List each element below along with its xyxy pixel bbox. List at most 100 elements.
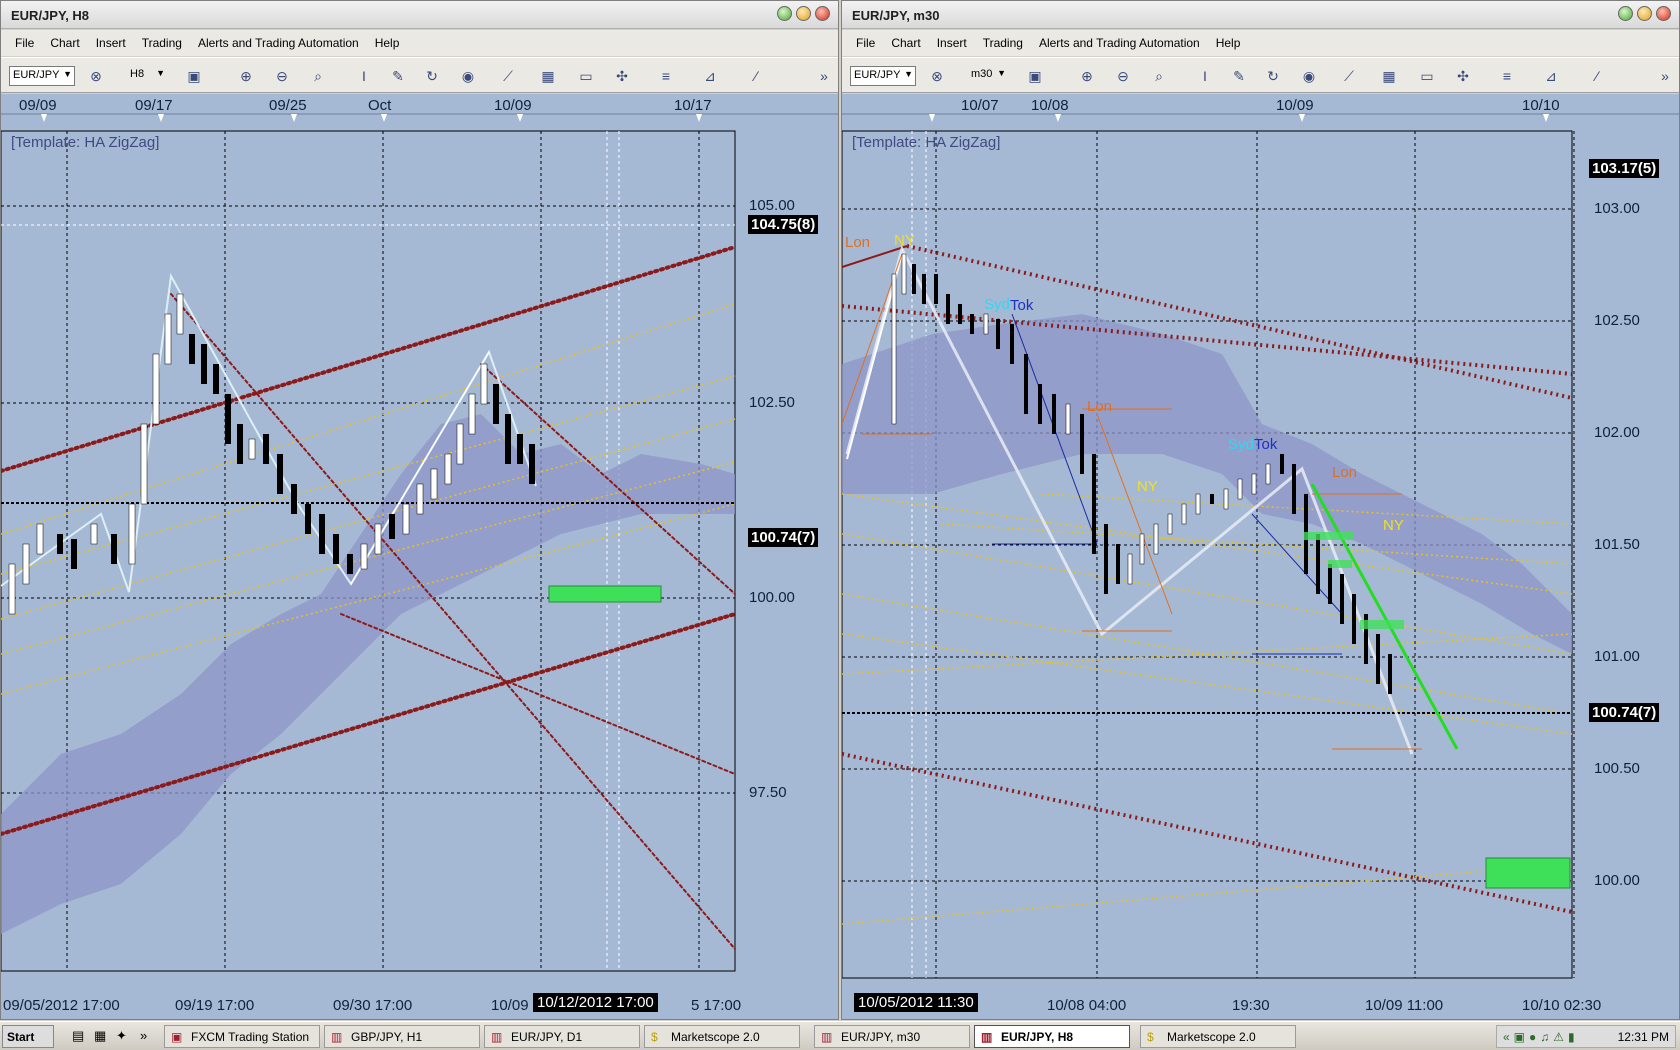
clock[interactable]: 12:31 PM xyxy=(1618,1030,1669,1044)
lines-icon[interactable]: ≡ xyxy=(657,67,675,85)
date-label: 10/09 xyxy=(491,997,529,1014)
price-label: 103.00 xyxy=(1594,200,1640,217)
close-button[interactable] xyxy=(815,6,830,21)
taskbar-item[interactable]: ▥ EUR/JPY, D1 xyxy=(484,1025,640,1048)
timeframe-select[interactable]: H8 ▼ xyxy=(127,66,167,86)
ruler-icon[interactable]: ⟋ xyxy=(499,67,517,85)
pen-icon[interactable]: ∕ xyxy=(1588,67,1606,85)
twitter-icon[interactable]: ✦ xyxy=(116,1028,127,1044)
menu-insert[interactable]: Insert xyxy=(929,36,975,50)
fan-icon[interactable]: ⊿ xyxy=(701,67,719,85)
menu-chart[interactable]: Chart xyxy=(42,36,87,50)
tray-icons[interactable]: «▣●♫⚠▮ xyxy=(1503,1030,1579,1044)
menu-help[interactable]: Help xyxy=(367,36,408,50)
remove-indicator-icon[interactable]: ⊗ xyxy=(928,67,946,85)
chart-icon: ▥ xyxy=(331,1030,343,1044)
lines-icon[interactable]: ≡ xyxy=(1498,67,1516,85)
close-button[interactable] xyxy=(1656,6,1671,21)
symbol-select[interactable]: EUR/JPY ▼ xyxy=(9,66,75,86)
taskbar-item[interactable]: $ Marketscope 2.0 xyxy=(1140,1025,1296,1048)
top-price-marker: 103.17(5) xyxy=(1589,159,1660,178)
zoom-icon[interactable]: ⌕ xyxy=(1150,67,1168,85)
date-label: 10/09 xyxy=(494,97,532,114)
tools-icon[interactable]: ✣ xyxy=(1454,67,1472,85)
date-label: 10/17 xyxy=(674,97,712,114)
price-label: 101.50 xyxy=(1594,536,1640,553)
pen-icon[interactable]: ∕ xyxy=(747,67,765,85)
price-label: 101.00 xyxy=(1594,648,1640,665)
crosshair-icon[interactable]: I xyxy=(1196,67,1214,85)
tools-icon[interactable]: ✣ xyxy=(613,67,631,85)
menu-alerts[interactable]: Alerts and Trading Automation xyxy=(1031,36,1208,50)
menu-alerts[interactable]: Alerts and Trading Automation xyxy=(190,36,367,50)
zoom-out-icon[interactable]: ⊖ xyxy=(273,67,291,85)
minimize-button[interactable] xyxy=(777,6,792,21)
menu-insert[interactable]: Insert xyxy=(88,36,134,50)
menu-trading[interactable]: Trading xyxy=(134,36,190,50)
window-title: EUR/JPY, H8 xyxy=(11,8,90,23)
calculator-icon[interactable]: ▦ xyxy=(94,1028,106,1044)
taskbar-item[interactable]: ▣ FXCM Trading Station xyxy=(164,1025,320,1048)
maximize-button[interactable] xyxy=(796,6,811,21)
zoom-in-icon[interactable]: ⊕ xyxy=(1078,67,1096,85)
chart-area[interactable]: [Template: HA ZigZag] 09/09 09/17 09/25 … xyxy=(1,94,838,1019)
menu-trading[interactable]: Trading xyxy=(975,36,1031,50)
taskbar-item-active[interactable]: ▥ EUR/JPY, H8 xyxy=(974,1025,1130,1048)
date-label: 09/09 xyxy=(19,97,57,114)
ruler-icon[interactable]: ⟋ xyxy=(1340,67,1358,85)
title-bar[interactable]: EUR/JPY, H8 xyxy=(1,1,838,29)
maximize-button[interactable] xyxy=(1637,6,1652,21)
properties-icon[interactable]: ✎ xyxy=(1230,67,1248,85)
price-chart[interactable]: Lon NY Syd Tok Lon NY Syd Tok Lon NY xyxy=(842,94,1680,1020)
remove-indicator-icon[interactable]: ⊗ xyxy=(87,67,105,85)
menu-file[interactable]: File xyxy=(7,36,42,50)
refresh-icon[interactable]: ↻ xyxy=(423,67,441,85)
refresh-icon[interactable]: ↻ xyxy=(1264,67,1282,85)
more-icon[interactable]: » xyxy=(140,1028,147,1043)
more-icon[interactable]: » xyxy=(815,67,833,85)
zoom-in-icon[interactable]: ⊕ xyxy=(237,67,255,85)
task-label: FXCM Trading Station xyxy=(191,1030,310,1044)
chart-window-eurjpy-m30[interactable]: EUR/JPY, m30 File Chart Insert Trading A… xyxy=(841,0,1680,1020)
minimize-button[interactable] xyxy=(1618,6,1633,21)
zoom-icon[interactable]: ⌕ xyxy=(309,67,327,85)
chevron-down-icon: ▼ xyxy=(997,68,1006,78)
toolbar: EUR/JPY ▼ ⊗ H8 ▼ ▣ ⊕ ⊖ ⌕ I ✎ ↻ ◉ ⟋ ▦ ▭ ✣ ≡… xyxy=(1,57,838,93)
properties-icon[interactable]: ✎ xyxy=(389,67,407,85)
menu-chart[interactable]: Chart xyxy=(883,36,928,50)
chart-window-eurjpy-h8[interactable]: EUR/JPY, H8 File Chart Insert Trading Al… xyxy=(0,0,839,1020)
price-label: 102.50 xyxy=(749,394,795,411)
date-label: 10/10 02:30 xyxy=(1522,997,1602,1014)
menu-bar: File Chart Insert Trading Alerts and Tra… xyxy=(1,30,838,56)
symbol-select[interactable]: EUR/JPY ▼ xyxy=(850,66,916,86)
menu-file[interactable]: File xyxy=(848,36,883,50)
more-icon[interactable]: » xyxy=(1656,67,1674,85)
timeframe-select[interactable]: m30 ▼ xyxy=(968,66,1008,86)
date-label: 10/09 11:00 xyxy=(1365,997,1444,1014)
menu-bar: File Chart Insert Trading Alerts and Tra… xyxy=(842,30,1679,56)
chart-type-icon[interactable]: ▣ xyxy=(185,67,203,85)
menu-help[interactable]: Help xyxy=(1208,36,1249,50)
taskbar-item[interactable]: ▥ EUR/JPY, m30 xyxy=(814,1025,970,1048)
taskbar-item[interactable]: $ Marketscope 2.0 xyxy=(644,1025,800,1048)
globe-icon[interactable]: ◉ xyxy=(459,67,477,85)
zoom-out-icon[interactable]: ⊖ xyxy=(1114,67,1132,85)
chart-area[interactable]: Lon NY Syd Tok Lon NY Syd Tok Lon NY [Te… xyxy=(842,94,1679,1019)
price-label: 100.50 xyxy=(1594,760,1640,777)
crosshair-icon[interactable]: I xyxy=(355,67,373,85)
date-label: 09/17 xyxy=(135,97,173,114)
title-bar[interactable]: EUR/JPY, m30 xyxy=(842,1,1679,29)
fan-icon[interactable]: ⊿ xyxy=(1542,67,1560,85)
app-icon: ▣ xyxy=(171,1030,183,1044)
price-chart[interactable] xyxy=(1,94,839,1020)
date-label: 10/08 04:00 xyxy=(1047,997,1127,1014)
taskbar-item[interactable]: ▥ GBP/JPY, H1 xyxy=(324,1025,480,1048)
globe-icon[interactable]: ◉ xyxy=(1300,67,1318,85)
chart-type-icon[interactable]: ▣ xyxy=(1026,67,1044,85)
image-icon[interactable]: ▦ xyxy=(539,67,557,85)
window-icon[interactable]: ▭ xyxy=(1418,67,1436,85)
image-icon[interactable]: ▦ xyxy=(1380,67,1398,85)
start-button[interactable]: Start xyxy=(2,1025,54,1048)
window-icon[interactable]: ▭ xyxy=(577,67,595,85)
show-desktop-icon[interactable]: ▤ xyxy=(72,1028,84,1044)
